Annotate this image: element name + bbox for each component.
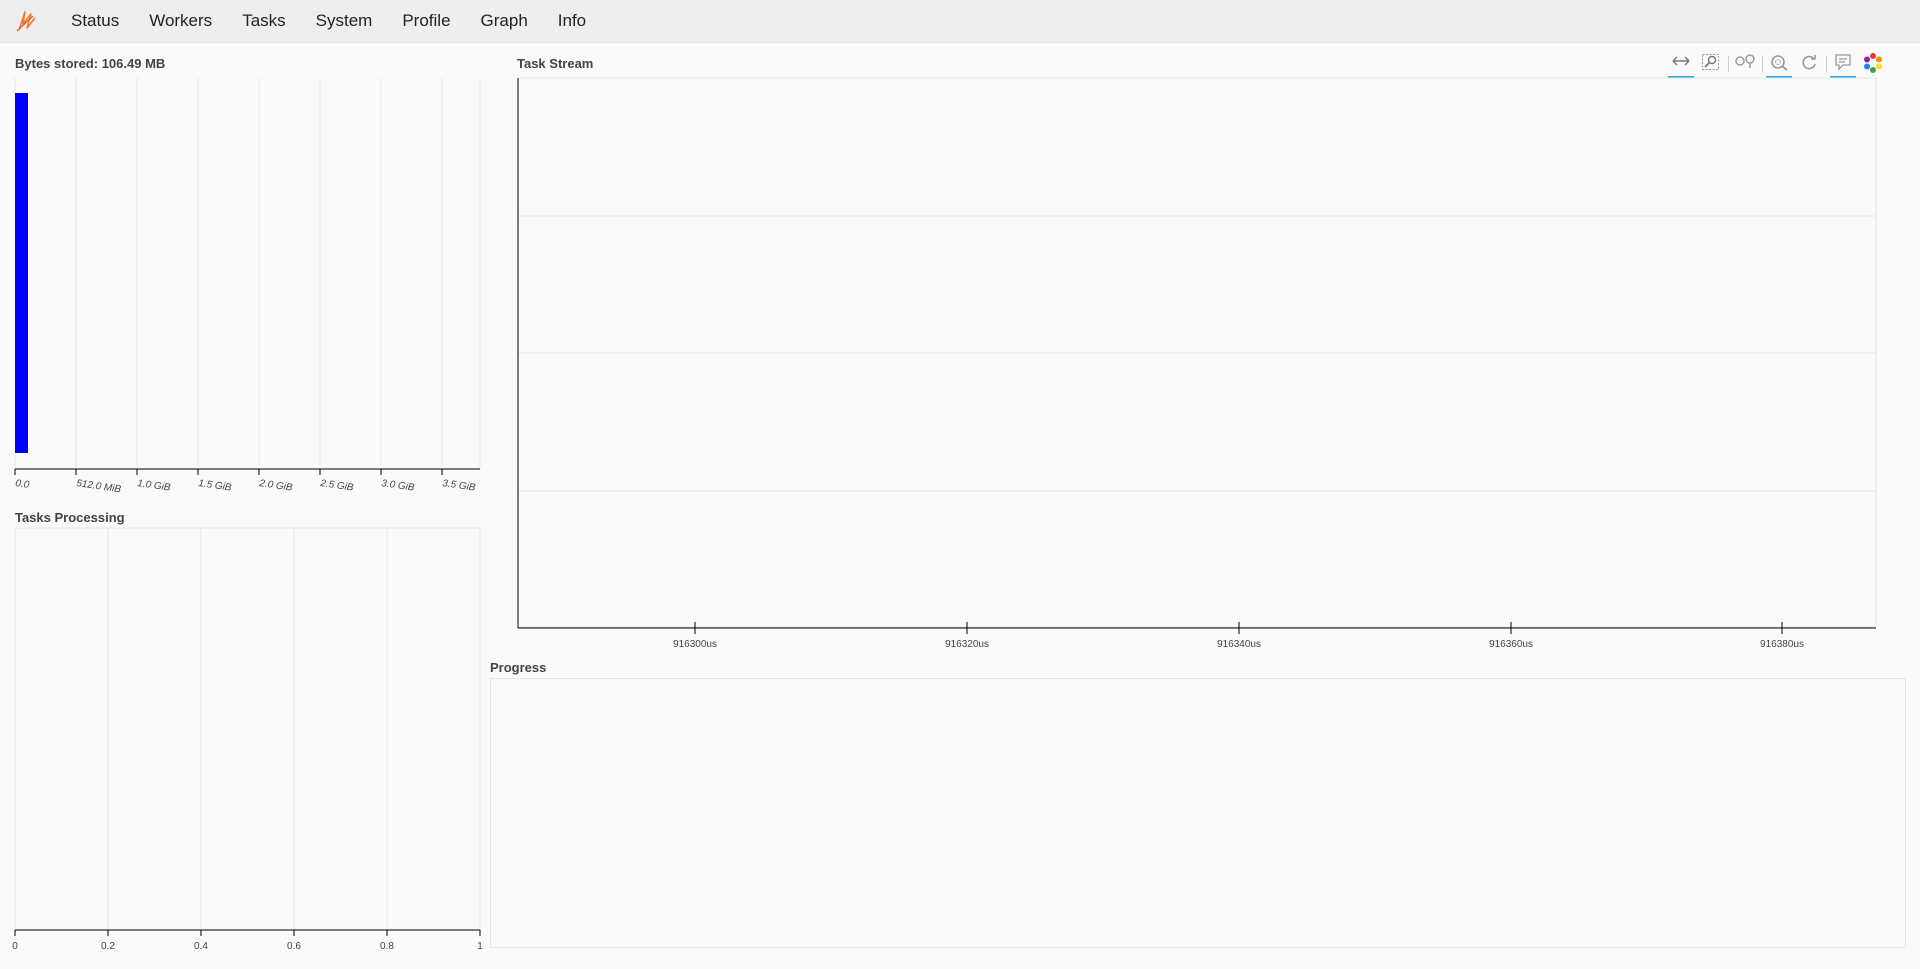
task-stream-grid [518,215,1876,492]
bytes-stored-chart[interactable]: 0.0 512.0 MiB 1.0 GiB 1.5 GiB 2.0 GiB 2.… [0,70,490,500]
tasks-tick-label: 0.8 [380,941,394,952]
progress-title: Progress [490,660,547,675]
progress-plot[interactable] [490,678,1906,948]
task-stream-title: Task Stream [517,56,594,71]
nav-workers[interactable]: Workers [134,0,227,42]
tasks-tick-label: 1 [477,941,483,952]
wheel-zoom-icon[interactable] [1766,50,1792,78]
task-stream-tick-label: 916340us [1217,639,1261,650]
hover-icon[interactable] [1830,50,1856,78]
dask-logo-icon[interactable] [12,7,40,35]
nav-profile[interactable]: Profile [387,0,465,42]
toolbar-separator [1826,56,1827,72]
nav-tasks[interactable]: Tasks [227,0,300,42]
task-stream-tick-label: 916300us [673,639,717,650]
task-stream-chart[interactable]: 916300us 916320us 916340us 916360us 9163… [515,76,1880,661]
task-stream-tick-label: 916380us [1760,639,1804,650]
bytes-tick-label: 3.0 GiB [381,478,416,494]
nav-status[interactable]: Status [56,0,134,42]
bytes-tick-label: 3.5 GiB [442,478,477,494]
bytes-tick-label: 1.5 GiB [198,478,233,494]
refresh-icon[interactable] [1796,50,1822,78]
bokeh-logo-icon[interactable] [1860,50,1886,78]
bytes-stored-title: Bytes stored: 106.49 MB [15,56,166,71]
bytes-tick-label: 2.5 GiB [319,478,355,494]
bytes-tick-label: 0.0 [15,478,31,491]
tasks-tick-label: 0 [12,941,18,952]
tasks-tick-label: 0.4 [194,941,208,952]
bytes-stored-bar [15,93,28,453]
task-stream-tick-label: 916320us [945,639,989,650]
nav-system[interactable]: System [301,0,388,42]
toolbar-separator [1762,56,1763,72]
task-stream-tick-label: 916360us [1489,639,1533,650]
bytes-stored-grid [14,78,481,468]
nav-info[interactable]: Info [543,0,601,42]
bytes-stored-ticks [14,469,443,475]
box-zoom-icon[interactable] [1698,50,1724,78]
tasks-processing-ticks [14,930,481,936]
tasks-processing-chart[interactable]: 0 0.2 0.4 0.6 0.8 1 [0,525,490,965]
tasks-processing-title: Tasks Processing [15,510,125,525]
toolbar-separator [1728,56,1729,72]
reset-icon[interactable] [1732,50,1758,78]
nav-graph[interactable]: Graph [466,0,543,42]
tasks-tick-label: 0.2 [101,941,115,952]
tasks-processing-grid [107,528,388,930]
bytes-tick-label: 512.0 MiB [76,478,122,495]
top-navbar: Status Workers Tasks System Profile Grap… [0,0,1920,43]
bytes-tick-label: 1.0 GiB [137,478,172,494]
xpan-icon[interactable] [1668,50,1694,78]
bytes-tick-label: 2.0 GiB [258,478,294,494]
tasks-tick-label: 0.6 [287,941,301,952]
